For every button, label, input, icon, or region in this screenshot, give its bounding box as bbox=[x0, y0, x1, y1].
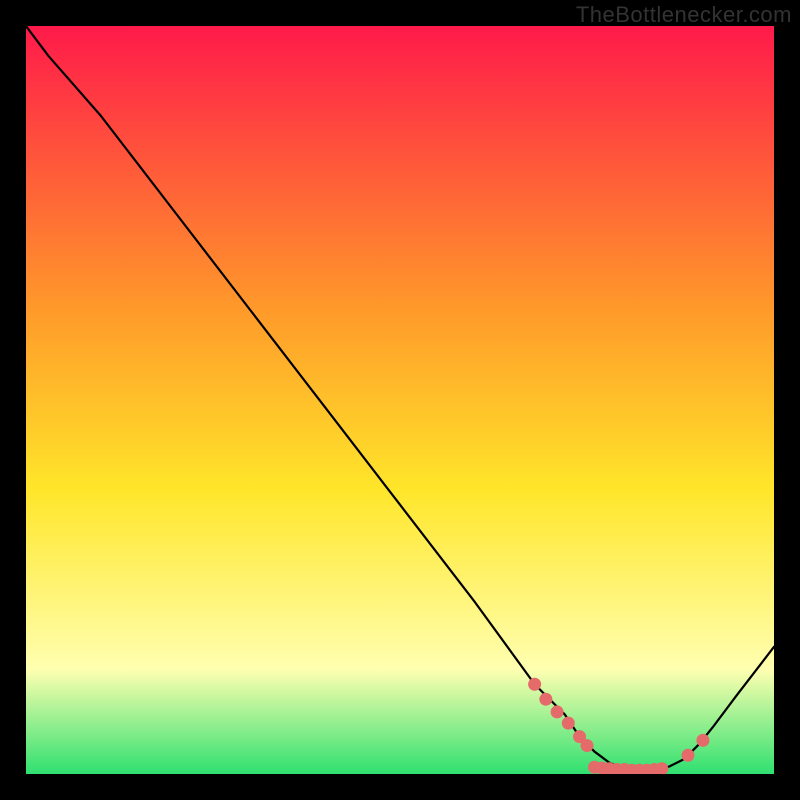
watermark-text: TheBottlenecker.com bbox=[576, 2, 792, 28]
data-marker bbox=[681, 749, 694, 762]
data-marker bbox=[696, 734, 709, 747]
data-marker bbox=[528, 678, 541, 691]
data-marker bbox=[562, 717, 575, 730]
data-marker bbox=[539, 693, 552, 706]
gradient-background bbox=[26, 26, 774, 774]
plot-area bbox=[26, 26, 774, 774]
chart-svg bbox=[26, 26, 774, 774]
data-marker bbox=[551, 705, 564, 718]
data-marker bbox=[581, 739, 594, 752]
chart-frame: TheBottlenecker.com bbox=[0, 0, 800, 800]
